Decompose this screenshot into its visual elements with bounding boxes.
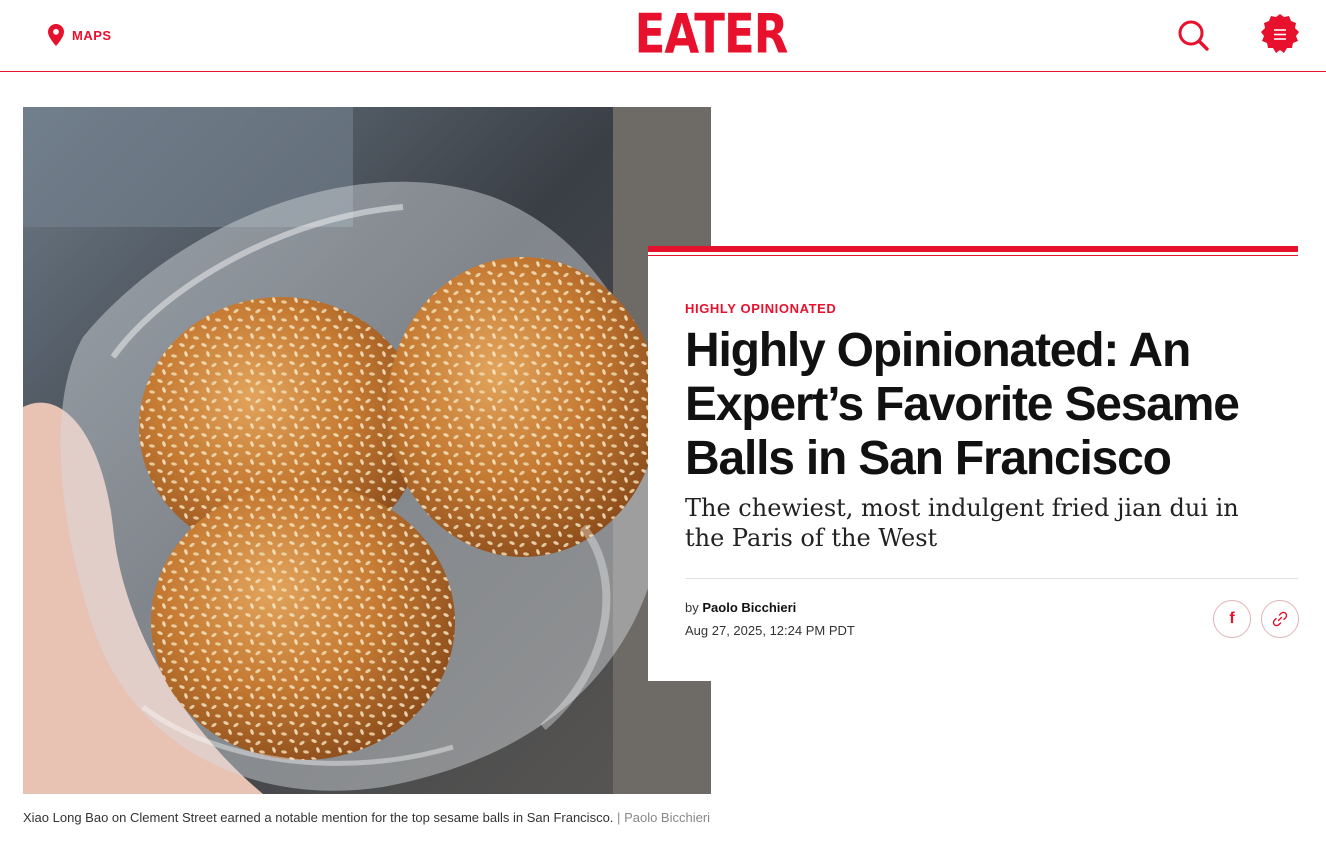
caption-separator: | (617, 810, 621, 825)
maps-link[interactable]: MAPS (48, 24, 112, 46)
card-top-rule (648, 246, 1298, 252)
byline: by Paolo Bicchieri (685, 600, 796, 615)
article-dek: The chewiest, most indulgent fried jian … (685, 494, 1239, 552)
search-icon[interactable] (1176, 18, 1210, 52)
share-facebook-button[interactable]: f (1213, 600, 1251, 638)
eater-logo[interactable]: EATER (628, 2, 794, 66)
kicker-link[interactable]: HIGHLY OPINIONATED (685, 301, 836, 316)
publish-timestamp: Aug 27, 2025, 12:24 PM PDT (685, 623, 855, 638)
photo-credit: Paolo Bicchieri (624, 810, 711, 825)
logo-text: EATER (634, 2, 789, 66)
author-link[interactable]: Paolo Bicchieri (702, 600, 796, 615)
link-icon (1272, 611, 1288, 627)
menu-icon[interactable] (1258, 13, 1302, 57)
article-header-card: HIGHLY OPINIONATED Highly Opinionated: A… (648, 246, 1299, 681)
article-headline: Highly Opinionated: An Expert’s Favorite… (685, 324, 1240, 485)
caption-text: Xiao Long Bao on Clement Street earned a… (23, 810, 614, 825)
byline-divider (685, 578, 1298, 579)
facebook-icon: f (1229, 610, 1235, 627)
maps-label: MAPS (72, 27, 112, 43)
image-caption: Xiao Long Bao on Clement Street earned a… (23, 808, 723, 827)
site-header: MAPS EATER (0, 0, 1326, 72)
map-pin-icon (48, 24, 64, 46)
hero-image (23, 107, 711, 794)
byline-prefix: by (685, 600, 699, 615)
card-thin-rule (648, 255, 1298, 256)
copy-link-button[interactable] (1261, 600, 1299, 638)
